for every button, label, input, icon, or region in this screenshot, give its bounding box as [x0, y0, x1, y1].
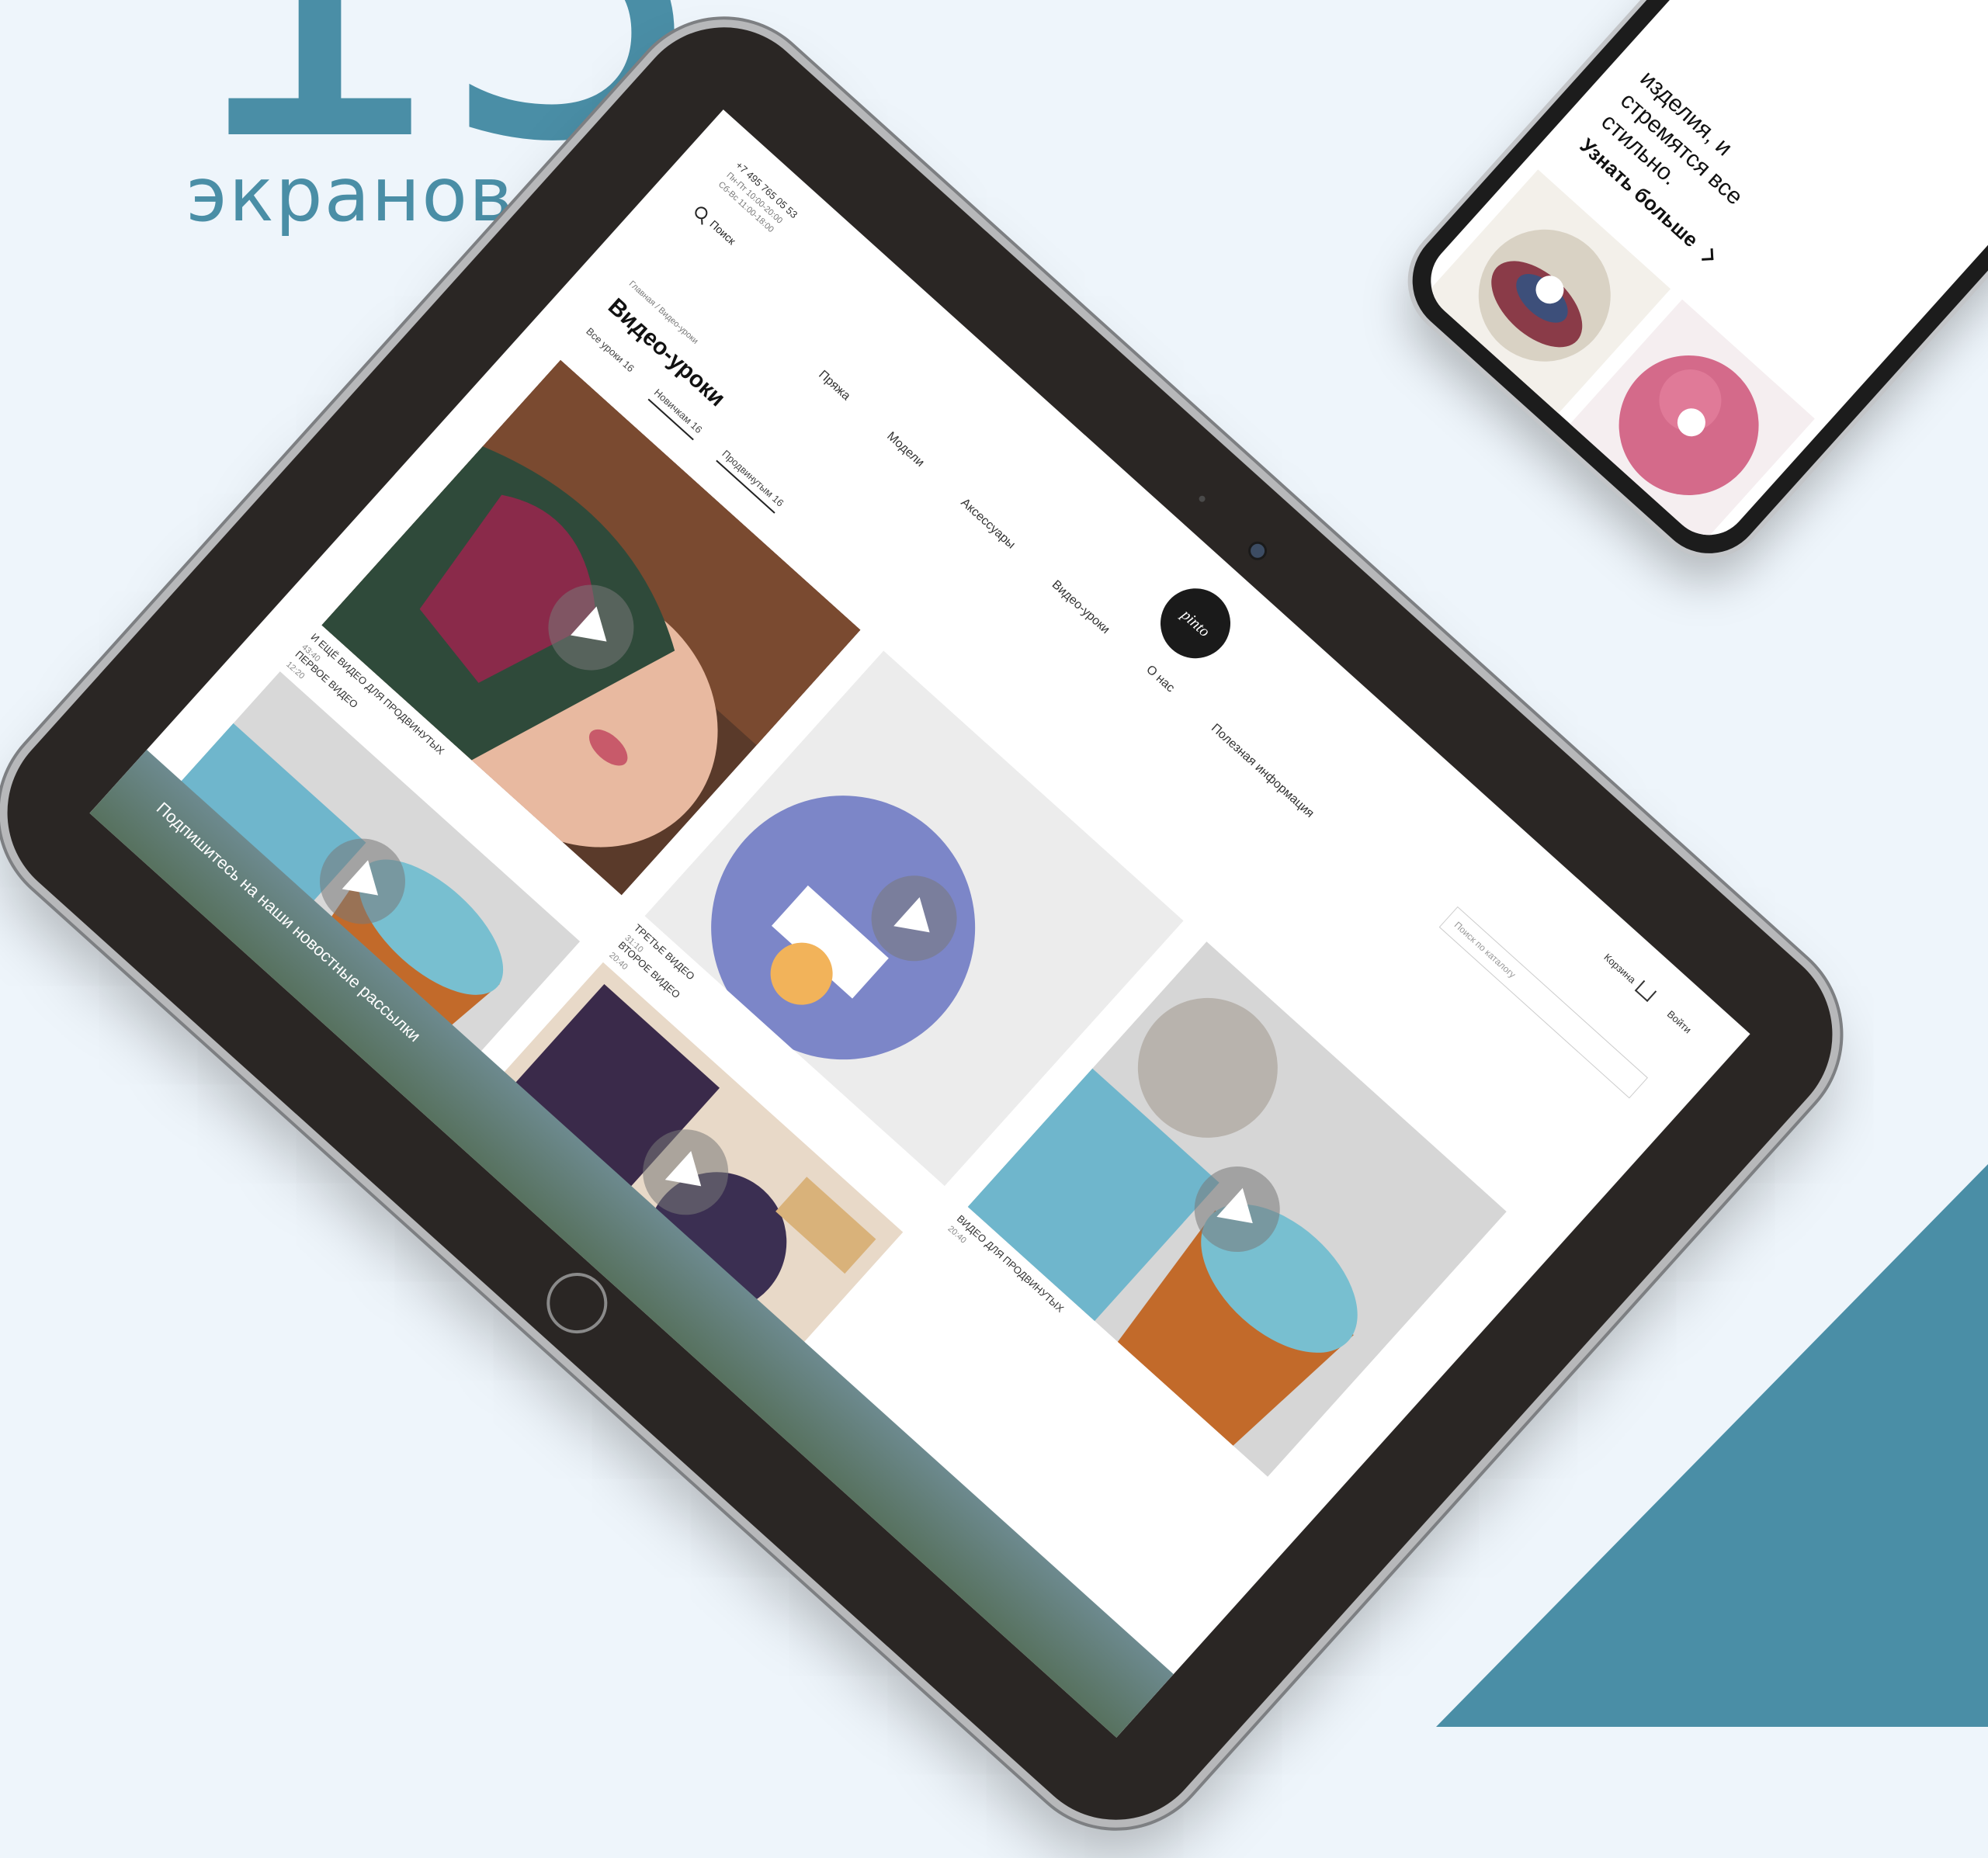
- screens-label: экранов: [186, 151, 515, 238]
- nav-item-about[interactable]: О нас: [1143, 663, 1177, 695]
- phone-description: изделия, и стремятся все стильно.: [1596, 65, 1748, 210]
- nav-item-video-lessons[interactable]: Видео-уроки: [1049, 578, 1112, 637]
- cart-button[interactable]: Корзина: [1601, 950, 1657, 1002]
- nav-item-models[interactable]: Модели: [884, 429, 927, 470]
- chevron-right-icon: [1701, 248, 1714, 261]
- nav-item-useful-info[interactable]: Полезная информация: [1208, 722, 1317, 821]
- search-icon: [692, 204, 710, 222]
- filter-advanced[interactable]: Продвинутым 16: [715, 447, 786, 514]
- login-button[interactable]: Войти: [1665, 1008, 1694, 1035]
- nav-item-yarn[interactable]: Пряжа: [815, 368, 852, 404]
- bag-icon: [1634, 979, 1657, 1002]
- nav-item-accessories[interactable]: Аксессуары: [958, 496, 1018, 552]
- search-input[interactable]: Поиск по каталогу: [1438, 906, 1648, 1099]
- site-logo[interactable]: pinto: [1146, 574, 1245, 673]
- search-trigger[interactable]: Поиск: [692, 204, 738, 247]
